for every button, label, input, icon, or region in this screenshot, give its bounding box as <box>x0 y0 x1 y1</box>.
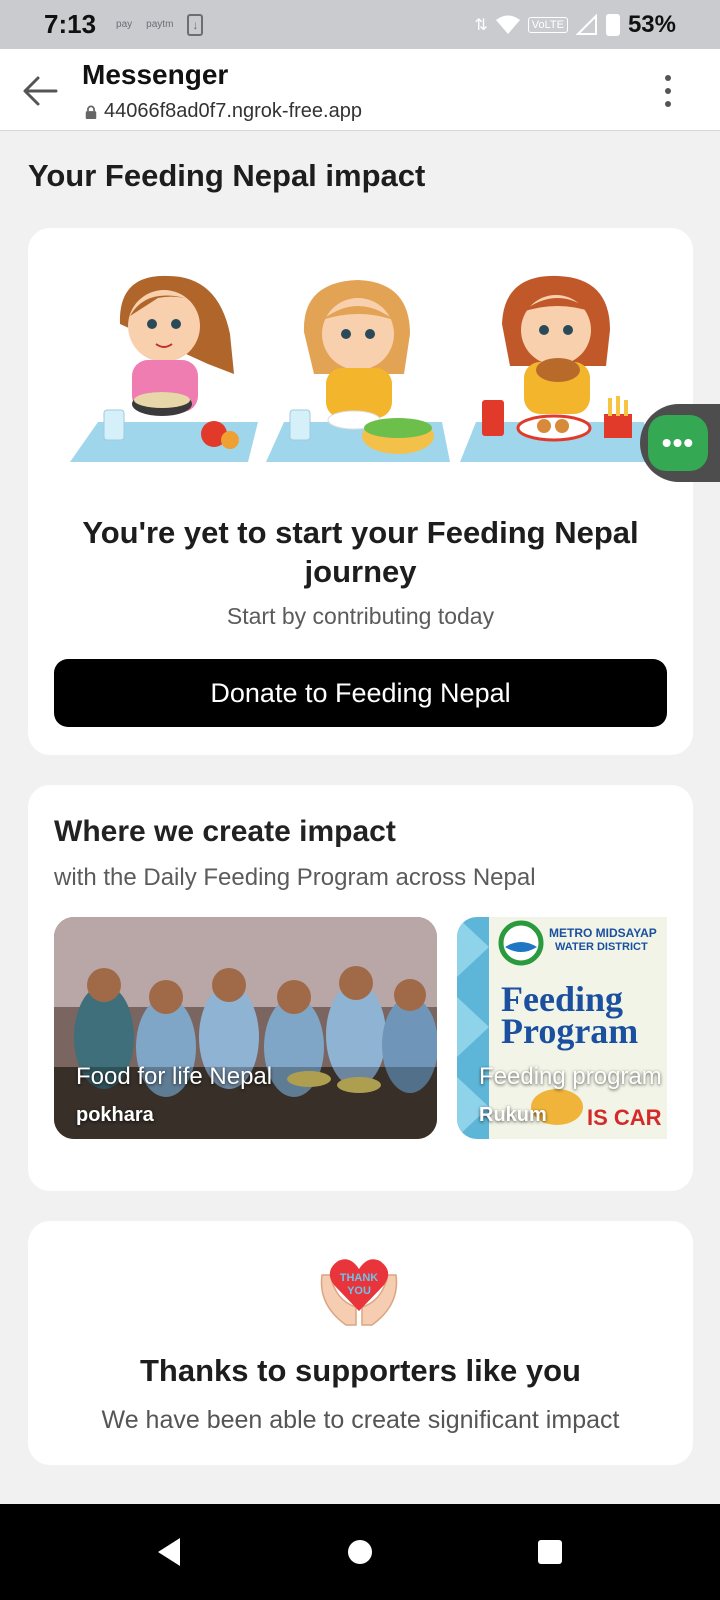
chat-head-bubble[interactable]: ••• <box>640 404 720 482</box>
impact-title: Where we create impact <box>54 815 396 848</box>
journey-subtitle: Start by contributing today <box>226 603 495 629</box>
journey-title: You're yet to start your Feeding Nepal j… <box>82 515 639 589</box>
place-name: Feeding program <box>479 1063 662 1090</box>
impact-card: Where we create impact with the Daily Fe… <box>28 785 693 1191</box>
lock-icon <box>85 105 97 119</box>
place-location: pokhara <box>76 1104 154 1126</box>
app-bar: Messenger 44066f8ad0f7.ngrok-free.app <box>0 49 720 131</box>
url-text: 44066f8ad0f7.ngrok-free.app <box>104 100 362 122</box>
volte-badge: VoLTE <box>527 16 568 33</box>
thank-you-badge-line-1: THANK <box>340 1272 379 1284</box>
data-arrows-icon: ⇅ <box>474 16 488 34</box>
thanks-card: THANK YOU Thanks to supporters like you … <box>28 1221 693 1465</box>
place-location: Rukum <box>479 1104 547 1126</box>
signal-icon <box>575 13 597 35</box>
thank-you-badge-line-2: YOU <box>347 1285 371 1297</box>
status-time: 7:13 <box>44 9 97 39</box>
system-icons: ⇅ VoLTE 53% <box>474 11 676 39</box>
paytm-icon: paytm <box>146 19 174 30</box>
poster-org: METRO MIDSAYAP <box>549 926 657 940</box>
thanks-title: Thanks to supporters like you <box>140 1353 581 1388</box>
page-title: Your Feeding Nepal impact <box>28 158 426 193</box>
poster-org-2: WATER DISTRICT <box>555 941 648 953</box>
impact-subtitle: with the Daily Feeding Program across Ne… <box>54 864 536 891</box>
dot-icon <box>665 75 671 81</box>
journey-card: You're yet to start your Feeding Nepal j… <box>28 228 693 755</box>
donate-button[interactable]: Donate to Feeding Nepal <box>54 659 667 727</box>
poster-line-2: Program <box>501 1011 638 1051</box>
nav-home-icon[interactable] <box>348 1540 372 1564</box>
pay-icon: pay <box>116 19 133 30</box>
overflow-menu-button[interactable] <box>656 71 680 111</box>
back-button[interactable] <box>20 71 60 111</box>
notification-icons: pay paytm ↓ <box>116 13 204 36</box>
arrow-left-icon <box>23 76 58 106</box>
place-name: Food for life Nepal <box>76 1063 273 1090</box>
places-carousel[interactable]: Food for life Nepal pokhara METRO MIDSAY… <box>54 917 667 1139</box>
status-bar: 7:13 pay paytm ↓ ⇅ VoLTE 53% <box>0 0 720 49</box>
app-title: Messenger <box>82 59 229 90</box>
dot-icon <box>665 101 671 107</box>
system-nav-bar <box>0 1504 720 1600</box>
place-card[interactable]: METRO MIDSAYAP WATER DISTRICT Feeding Pr… <box>457 917 667 1139</box>
poster-tag: IS CAR <box>587 1105 662 1130</box>
wifi-icon <box>495 15 520 34</box>
nav-back-icon[interactable] <box>156 1536 184 1568</box>
download-icon: ↓ <box>187 13 204 36</box>
thank-you-hands-heart-icon: THANK YOU <box>320 1259 398 1326</box>
url-row[interactable]: 44066f8ad0f7.ngrok-free.app <box>84 100 362 123</box>
battery-percent: 53% <box>627 10 676 38</box>
nav-recents-icon[interactable] <box>538 1540 562 1564</box>
thanks-subtitle: We have been able to create significant … <box>101 1406 620 1434</box>
place-card[interactable]: Food for life Nepal pokhara <box>54 917 437 1139</box>
more-dots-icon: ••• <box>648 415 708 471</box>
dot-icon <box>665 88 671 94</box>
children-eating-illustration <box>70 275 652 462</box>
battery-icon <box>605 13 620 36</box>
